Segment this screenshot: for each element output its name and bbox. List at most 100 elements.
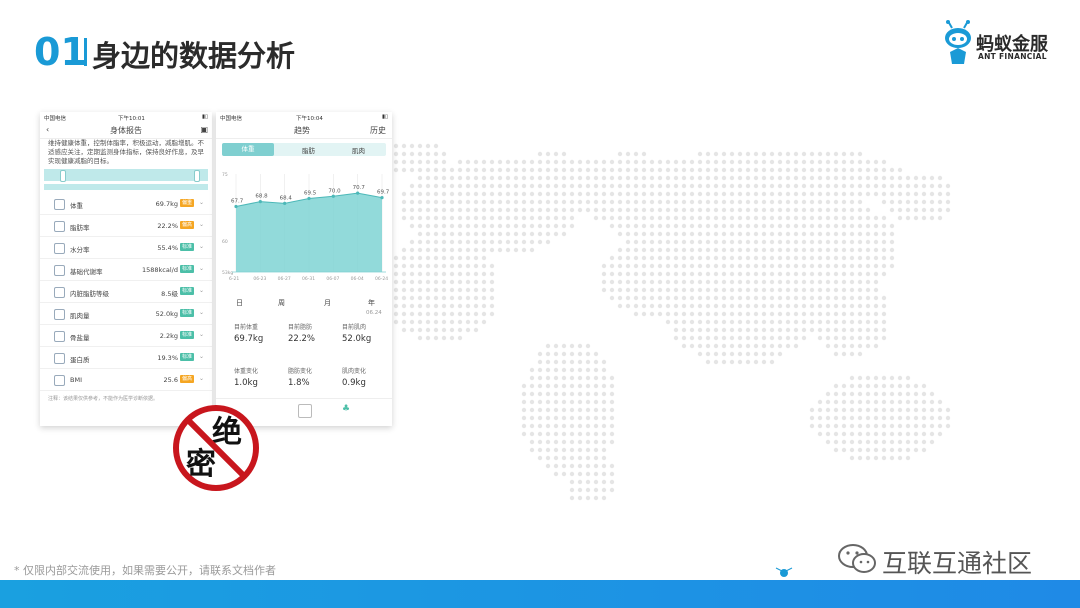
map-dot	[473, 327, 479, 333]
map-dot	[865, 295, 871, 301]
range-slider[interactable]	[44, 169, 208, 182]
back-arrow-icon[interactable]: ‹	[46, 125, 49, 134]
map-dot	[889, 207, 895, 213]
map-dot	[561, 199, 567, 205]
metric-row[interactable]: 水分率 55.4% 标准 ⌄	[40, 237, 212, 259]
map-dot	[905, 199, 911, 205]
metric-status-badge: 偏重	[180, 199, 194, 207]
map-dot	[513, 167, 519, 173]
chevron-down-icon[interactable]: ⌄	[199, 265, 204, 272]
map-dot	[817, 159, 823, 165]
map-dot	[841, 271, 847, 277]
map-dot	[417, 231, 423, 237]
chevron-down-icon[interactable]: ⌄	[199, 221, 204, 228]
history-link[interactable]: 历史	[370, 125, 386, 136]
map-dot	[553, 367, 559, 373]
slider-handle-right[interactable]	[194, 170, 200, 182]
chevron-down-icon[interactable]: ⌄	[199, 199, 204, 206]
map-dot	[393, 263, 399, 269]
map-dot	[529, 199, 535, 205]
map-dot	[889, 231, 895, 237]
map-dot	[649, 159, 655, 165]
map-dot	[865, 399, 871, 405]
metric-row[interactable]: 骨盐量 2.2kg 标准 ⌄	[40, 325, 212, 347]
map-dot	[745, 215, 751, 221]
map-dot	[689, 231, 695, 237]
metric-row[interactable]: BMI 25.6 偏高 ⌄	[40, 369, 212, 391]
map-dot	[409, 183, 415, 189]
map-dot	[865, 335, 871, 341]
metric-row[interactable]: 蛋白质 19.3% 标准 ⌄	[40, 347, 212, 369]
map-dot	[513, 159, 519, 165]
map-dot	[433, 279, 439, 285]
chevron-down-icon[interactable]: ⌄	[199, 287, 204, 294]
metric-row[interactable]: 脂肪率 22.2% 偏高 ⌄	[40, 215, 212, 237]
chevron-down-icon[interactable]: ⌄	[199, 331, 204, 338]
map-dot	[841, 335, 847, 341]
period-month[interactable]: 月	[324, 298, 331, 308]
map-dot	[681, 159, 687, 165]
map-dot	[409, 287, 415, 293]
map-dot	[921, 439, 927, 445]
map-dot	[833, 151, 839, 157]
share-icon[interactable]: ▣	[200, 125, 208, 134]
map-dot	[817, 295, 823, 301]
map-dot	[609, 415, 615, 421]
data-label: 69.7	[377, 190, 390, 196]
map-dot	[521, 199, 527, 205]
metric-row[interactable]: 内脏脂肪等级 8.5级 标准 ⌄	[40, 281, 212, 303]
trend-tab-icon[interactable]	[298, 404, 312, 418]
metric-row[interactable]: 基础代谢率 1588kcal/d 标准 ⌄	[40, 259, 212, 281]
nav-bar: 趋势 历史	[216, 122, 392, 139]
map-dot	[481, 175, 487, 181]
map-dot	[841, 311, 847, 317]
map-dot	[465, 239, 471, 245]
map-dot	[449, 223, 455, 229]
goal-tab-icon[interactable]: ♣	[342, 404, 352, 414]
chevron-down-icon[interactable]: ⌄	[199, 243, 204, 250]
period-year[interactable]: 年	[368, 298, 375, 308]
map-dot	[737, 343, 743, 349]
period-week[interactable]: 周	[278, 298, 285, 308]
map-dot	[753, 271, 759, 277]
map-dot	[473, 191, 479, 197]
map-dot	[481, 279, 487, 285]
map-dot	[577, 183, 583, 189]
map-dot	[849, 295, 855, 301]
chevron-down-icon[interactable]: ⌄	[199, 309, 204, 316]
map-dot	[673, 239, 679, 245]
chevron-down-icon[interactable]: ⌄	[199, 375, 204, 382]
map-dot	[809, 159, 815, 165]
map-dot	[753, 295, 759, 301]
map-dot	[761, 327, 767, 333]
map-dot	[769, 231, 775, 237]
map-dot	[537, 207, 543, 213]
map-dot	[641, 263, 647, 269]
tab-muscle[interactable]: 肌肉	[352, 145, 365, 155]
map-dot	[585, 383, 591, 389]
map-dot	[457, 287, 463, 293]
map-dot	[889, 175, 895, 181]
map-dot	[537, 375, 543, 381]
tab-weight[interactable]: 体重	[222, 143, 274, 156]
slider-handle-left[interactable]	[60, 170, 66, 182]
period-day[interactable]: 日	[236, 298, 243, 308]
map-dot	[617, 167, 623, 173]
chevron-down-icon[interactable]: ⌄	[199, 353, 204, 360]
map-dot	[793, 271, 799, 277]
map-dot	[737, 223, 743, 229]
map-dot	[705, 295, 711, 301]
map-dot	[897, 215, 903, 221]
map-dot	[553, 199, 559, 205]
metric-row[interactable]: 肌肉量 52.0kg 标准 ⌄	[40, 303, 212, 325]
tab-fat[interactable]: 脂肪	[302, 145, 315, 155]
map-dot	[705, 343, 711, 349]
map-dot	[441, 263, 447, 269]
map-dot	[657, 295, 663, 301]
map-dot	[705, 335, 711, 341]
map-dot	[481, 159, 487, 165]
map-dot	[737, 311, 743, 317]
metric-row[interactable]: 体重 69.7kg 偏重 ⌄	[40, 193, 212, 215]
map-dot	[777, 303, 783, 309]
map-dot	[721, 263, 727, 269]
